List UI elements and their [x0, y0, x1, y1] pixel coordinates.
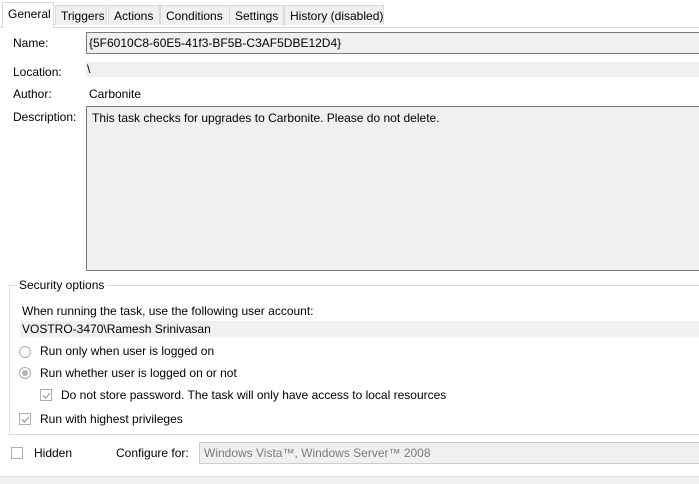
- task-properties-general-tab: General Triggers Actions Conditions Sett…: [0, 0, 699, 484]
- tab-conditions[interactable]: Conditions: [160, 5, 230, 25]
- hidden-checkbox[interactable]: [11, 447, 23, 459]
- account-prompt: When running the task, use the following…: [22, 304, 314, 318]
- tab-bar: General Triggers Actions Conditions Sett…: [0, 0, 699, 28]
- user-account-value: VOSTRO-3470\Ramesh Srinivasan: [20, 321, 699, 337]
- run-only-logged-on-radio[interactable]: [19, 346, 31, 358]
- description-label: Description:: [13, 110, 77, 124]
- tab-history[interactable]: History (disabled): [284, 5, 384, 25]
- tab-general[interactable]: General: [2, 2, 54, 28]
- configure-for-label: Configure for:: [116, 446, 189, 460]
- do-not-store-password-label[interactable]: Do not store password. The task will onl…: [61, 388, 446, 402]
- location-value: \: [86, 62, 699, 77]
- security-options-title: Security options: [17, 278, 107, 292]
- run-highest-privileges-label[interactable]: Run with highest privileges: [40, 412, 183, 426]
- author-label: Author:: [13, 87, 52, 101]
- tab-triggers[interactable]: Triggers: [55, 5, 107, 25]
- check-mark-icon: [42, 392, 51, 399]
- configure-for-select[interactable]: Windows Vista™, Windows Server™ 2008: [199, 442, 699, 464]
- run-only-logged-on-label[interactable]: Run only when user is logged on: [40, 344, 214, 358]
- author-value: Carbonite: [89, 87, 142, 101]
- tab-settings[interactable]: Settings: [229, 5, 284, 25]
- run-whether-logged-on-label[interactable]: Run whether user is logged on or not: [40, 366, 237, 380]
- dialog-bottom-edge: [0, 476, 699, 484]
- name-field[interactable]: {5F6010C8-60E5-41f3-BF5B-C3AF5DBE12D4}: [86, 32, 699, 54]
- run-highest-privileges-checkbox[interactable]: [19, 413, 31, 425]
- run-whether-logged-on-radio[interactable]: [19, 367, 31, 379]
- hidden-label[interactable]: Hidden: [34, 446, 72, 460]
- name-label: Name:: [13, 36, 49, 50]
- location-label: Location:: [13, 65, 62, 79]
- tab-actions[interactable]: Actions: [108, 5, 160, 25]
- description-field[interactable]: This task checks for upgrades to Carboni…: [86, 106, 699, 271]
- check-mark-icon: [21, 416, 30, 423]
- do-not-store-password-checkbox[interactable]: [40, 389, 52, 401]
